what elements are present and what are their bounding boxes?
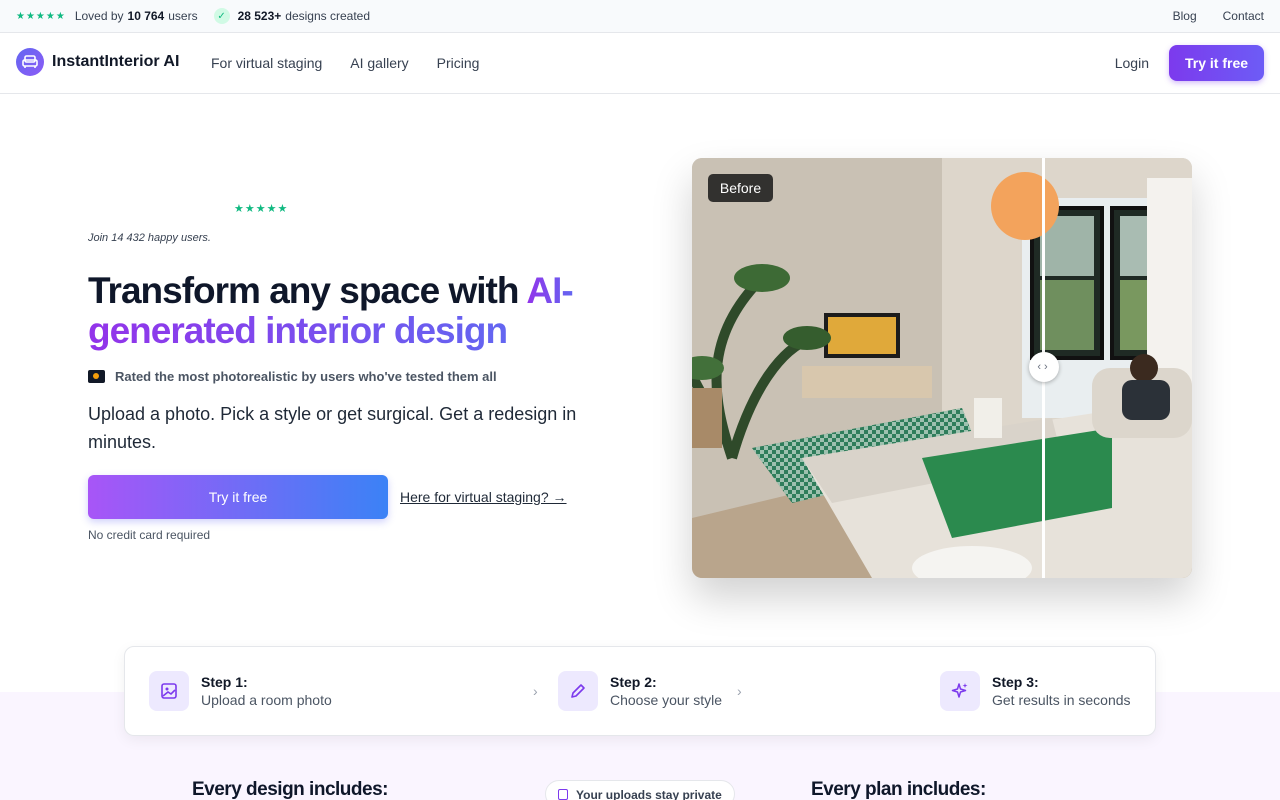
step-style: Step 2: Choose your style	[558, 671, 722, 711]
nav-ai-gallery[interactable]: AI gallery	[350, 55, 408, 71]
designs-created-stat: ✓ 28 523+ designs created	[198, 8, 370, 24]
try-free-hero-button[interactable]: Try it free	[88, 475, 388, 519]
camera-icon	[88, 370, 105, 383]
privacy-badge: Your uploads stay private	[545, 780, 735, 800]
chevron-right-icon: ›	[533, 683, 538, 699]
virtual-staging-link[interactable]: Here for virtual staging? →	[400, 489, 567, 505]
every-plan-includes-heading: Every plan includes:	[811, 779, 986, 800]
join-users-text: Join 14 432 happy users.	[88, 232, 211, 244]
blog-link[interactable]: Blog	[1173, 9, 1197, 23]
chevron-right-icon: ›	[737, 683, 742, 699]
no-credit-card-text: No credit card required	[88, 528, 211, 542]
brand-name: InstantInterior AI	[52, 53, 180, 70]
sofa-logo-icon	[16, 48, 44, 76]
how-it-works-steps: Step 1: Upload a room photo › Step 2: Ch…	[124, 646, 1156, 736]
hero-rating-stars-icon: ★★★★★	[234, 203, 289, 215]
try-free-nav-button[interactable]: Try it free	[1169, 45, 1264, 81]
step-results: Step 3: Get results in seconds	[940, 671, 1131, 711]
main-navigation: InstantInterior AI For virtual staging A…	[0, 33, 1280, 94]
announcement-bar: ★★★★★ Loved by 10 764 users ✓ 28 523+ de…	[0, 0, 1280, 33]
loved-by-stat: ★★★★★ Loved by 10 764 users	[16, 9, 198, 23]
step-upload: Step 1: Upload a room photo	[149, 671, 332, 711]
nav-virtual-staging[interactable]: For virtual staging	[211, 55, 322, 71]
rated-photorealistic-text: Rated the most photorealistic by users w…	[88, 369, 497, 384]
nav-pricing[interactable]: Pricing	[437, 55, 480, 71]
sparkles-icon	[940, 671, 980, 711]
before-after-room-image[interactable]	[692, 158, 1192, 578]
image-icon	[149, 671, 189, 711]
every-design-includes-heading: Every design includes:	[192, 779, 388, 800]
login-link[interactable]: Login	[1115, 33, 1149, 93]
pencil-icon	[558, 671, 598, 711]
check-circle-icon: ✓	[213, 8, 230, 24]
rating-stars-icon: ★★★★★	[16, 10, 66, 22]
lock-icon	[558, 789, 568, 800]
hero-headline: Transform any space with AI-generated in…	[88, 270, 574, 351]
hero-subtitle: Upload a photo. Pick a style or get surg…	[88, 404, 577, 452]
contact-link[interactable]: Contact	[1223, 9, 1264, 23]
before-label: Before	[708, 174, 773, 202]
comparison-slider-handle[interactable]: ‹›	[1029, 352, 1059, 382]
brand-logo[interactable]: InstantInterior AI	[16, 48, 179, 76]
